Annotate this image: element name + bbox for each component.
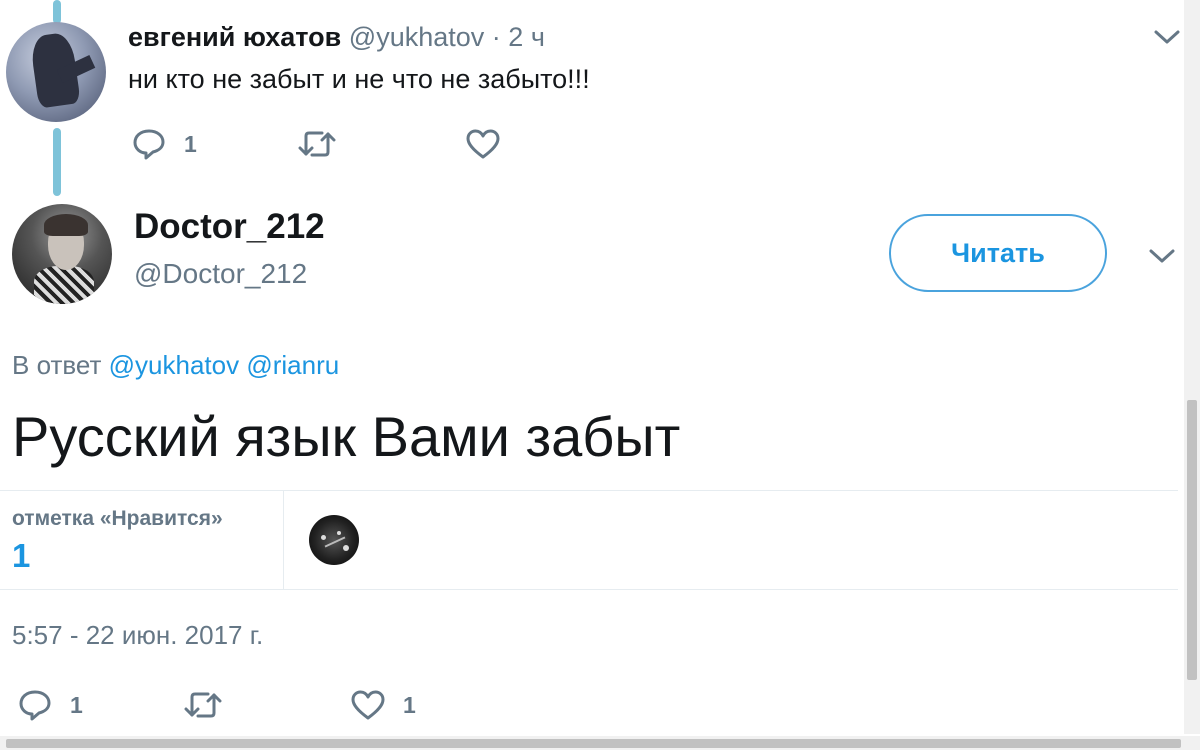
reply-icon <box>19 690 51 721</box>
follow-button[interactable]: Читать <box>889 214 1107 292</box>
main-reply-button[interactable]: 1 <box>18 689 83 721</box>
main-like-count: 1 <box>403 691 416 718</box>
main-like-button[interactable]: 1 <box>351 689 416 721</box>
main-author-name[interactable]: Doctor_212 <box>134 207 325 247</box>
reply-mention-link[interactable]: @rianru <box>246 350 339 380</box>
thread-line-bottom <box>53 128 61 196</box>
tweet-page: евгений юхатов @yukhatov · 2 ч ни кто не… <box>0 0 1200 750</box>
chevron-down-icon <box>1154 30 1180 44</box>
vertical-scrollbar-thumb[interactable] <box>1187 400 1197 680</box>
vertical-scrollbar[interactable] <box>1184 0 1200 734</box>
liker-avatar[interactable] <box>309 515 359 565</box>
parent-time-separator: · <box>491 22 501 52</box>
parent-author-handle[interactable]: @yukhatov <box>349 22 484 52</box>
tweet-timestamp[interactable]: 5:57 - 22 июн. 2017 г. <box>12 620 263 651</box>
main-retweet-button[interactable] <box>184 690 222 720</box>
parent-like-button[interactable] <box>466 128 500 160</box>
retweet-icon <box>298 131 336 157</box>
parent-tweet-text: ни кто не забыт и не что не забыто!!! <box>128 64 590 94</box>
likes-count[interactable]: 1 <box>12 537 30 575</box>
parent-author-name[interactable]: евгений юхатов <box>128 22 341 52</box>
likes-label[interactable]: отметка «Нравится» <box>12 507 223 531</box>
thread-line-top <box>53 0 61 24</box>
main-tweet-text: Русский язык Вами забыт <box>12 405 681 468</box>
main-more-button[interactable] <box>1147 246 1177 266</box>
parent-reply-button[interactable]: 1 <box>132 128 197 160</box>
tweet-stats: отметка «Нравится» 1 <box>0 490 1178 590</box>
horizontal-scrollbar[interactable] <box>0 736 1200 750</box>
horizontal-scrollbar-thumb[interactable] <box>6 739 1181 748</box>
parent-tweet-header: евгений юхатов @yukhatov · 2 ч <box>128 22 545 53</box>
parent-more-button[interactable] <box>1152 27 1182 47</box>
reply-mention-link[interactable]: @yukhatov <box>109 350 239 380</box>
reply-context: В ответ @yukhatov @rianru <box>12 350 339 381</box>
heart-icon <box>466 129 500 159</box>
parent-retweet-button[interactable] <box>298 129 336 159</box>
retweet-icon <box>184 692 222 718</box>
parent-reply-count: 1 <box>184 130 197 157</box>
main-author-handle[interactable]: @Doctor_212 <box>134 258 307 290</box>
reply-prefix: В ответ <box>12 350 102 380</box>
main-author-avatar[interactable] <box>12 204 112 304</box>
main-reply-count: 1 <box>70 691 83 718</box>
parent-tweet-time[interactable]: 2 ч <box>508 22 545 52</box>
chevron-down-icon <box>1149 249 1175 263</box>
reply-icon <box>133 129 165 160</box>
stats-divider <box>283 491 284 589</box>
heart-icon <box>351 690 385 720</box>
parent-author-avatar[interactable] <box>6 22 106 122</box>
